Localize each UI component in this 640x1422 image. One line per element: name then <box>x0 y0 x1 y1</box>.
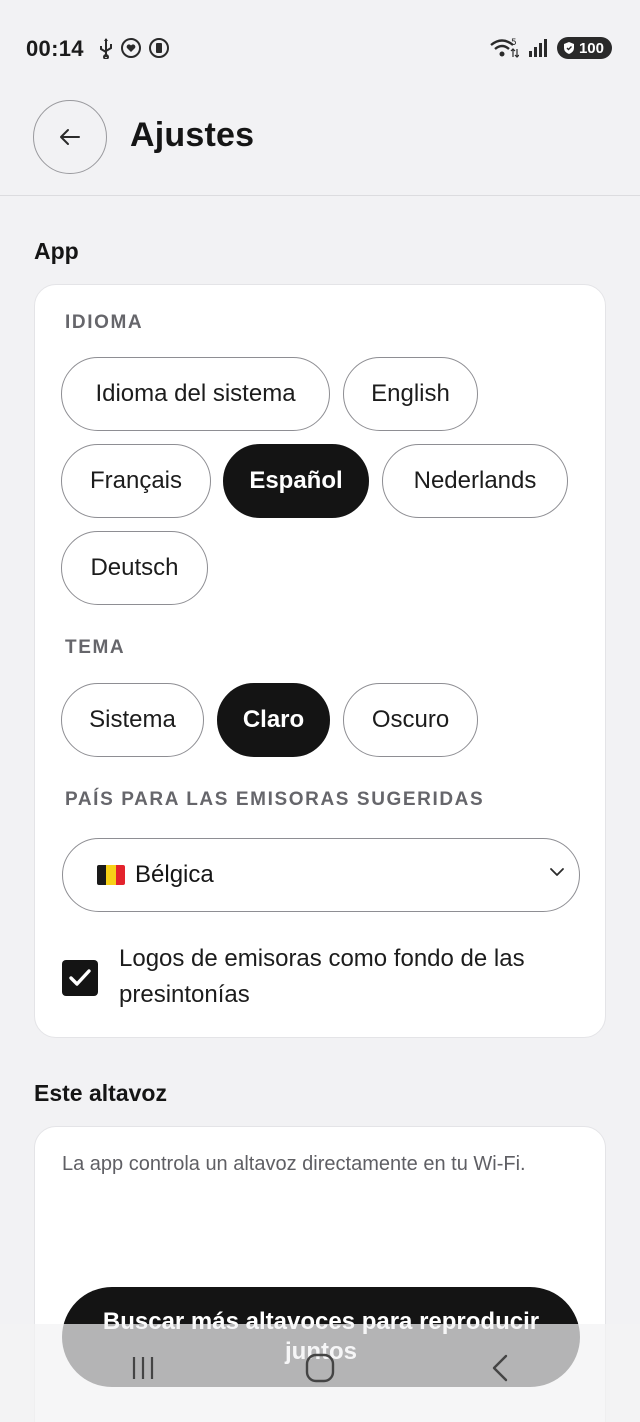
status-time: 00:14 <box>26 36 84 61</box>
status-bar: 00:14 5 100 <box>0 0 640 100</box>
belgium-flag-icon <box>97 865 125 885</box>
language-option-french[interactable]: Français <box>61 444 211 518</box>
battery-indicator: 100 <box>556 37 612 59</box>
status-left-icons <box>98 37 170 59</box>
shield-icon <box>563 42 574 54</box>
chevron-down-icon <box>550 868 564 876</box>
logos-checkbox[interactable] <box>62 960 98 996</box>
app-settings-card: IDIOMA Idioma del sistema English França… <box>34 284 606 1038</box>
section-heading-speaker: Este altavoz <box>34 1080 167 1106</box>
checkmark-icon <box>69 969 91 986</box>
language-option-spanish[interactable]: Español <box>223 444 369 518</box>
language-label: IDIOMA <box>65 312 144 333</box>
signal-icon <box>528 39 547 57</box>
country-select[interactable]: Bélgica <box>62 838 580 912</box>
recents-icon <box>132 1357 154 1379</box>
back-button[interactable] <box>33 100 107 174</box>
theme-option-system[interactable]: Sistema <box>61 683 204 757</box>
page-title: Ajustes <box>130 116 255 154</box>
theme-label: TEMA <box>65 637 126 658</box>
usb-icon <box>100 38 112 59</box>
theme-option-light[interactable]: Claro <box>217 683 330 757</box>
back-icon <box>492 1354 508 1382</box>
language-option-english[interactable]: English <box>343 357 478 431</box>
svg-text:5: 5 <box>511 38 517 48</box>
nav-back-button[interactable] <box>470 1348 530 1388</box>
arrow-left-icon <box>60 129 80 145</box>
battery-saver-icon <box>149 38 169 58</box>
logos-checkbox-label: Logos de emisoras como fondo de las pres… <box>119 945 525 1008</box>
country-select-value: Bélgica <box>135 861 214 888</box>
theme-option-dark[interactable]: Oscuro <box>343 683 478 757</box>
language-option-system[interactable]: Idioma del sistema <box>61 357 330 431</box>
speaker-description: La app controla un altavoz directamente … <box>62 1153 526 1175</box>
home-icon <box>305 1353 335 1383</box>
home-button[interactable] <box>290 1348 350 1388</box>
recents-button[interactable] <box>113 1348 173 1388</box>
system-nav-bar <box>0 1324 640 1422</box>
wifi-icon: 5 <box>490 38 519 58</box>
language-option-german[interactable]: Deutsch <box>61 531 208 605</box>
battery-level: 100 <box>578 39 604 57</box>
language-option-dutch[interactable]: Nederlands <box>382 444 568 518</box>
section-heading-app: App <box>34 238 79 264</box>
country-label: PAÍS PARA LAS EMISORAS SUGERIDAS <box>65 789 485 810</box>
status-right-icons: 5 100 <box>489 37 612 59</box>
heart-status-icon <box>121 38 141 58</box>
app-header: Ajustes <box>0 96 640 196</box>
